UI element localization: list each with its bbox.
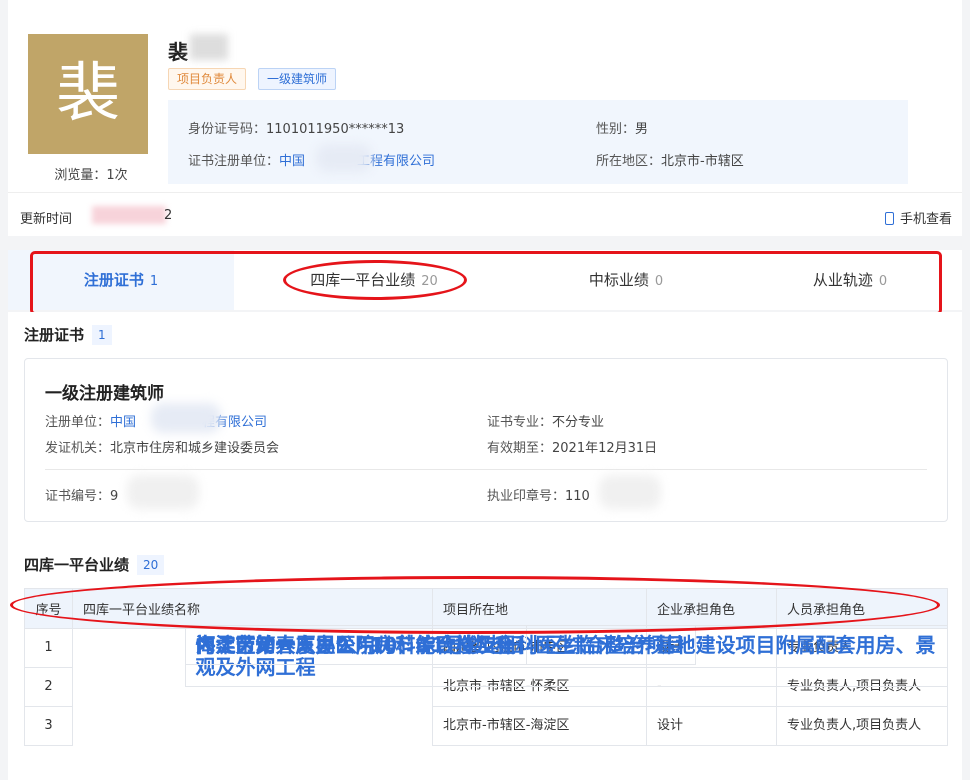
main-content: 注册证书 1 一级注册建筑师 注册单位：中国 程有限公司 发证机关：北京市住房和城乡… — [8, 312, 962, 780]
update-time-tail: 2 — [164, 208, 173, 223]
profile-card: 裴 浏览量：1次 裴 项目负责人 一级建筑师 身份证号码：1101011950*… — [8, 0, 962, 236]
region: 北京市-市辖区 — [661, 154, 744, 169]
cert-number: 证书编号：9 — [45, 489, 119, 504]
cert-unit-redaction — [151, 403, 221, 433]
person-name: 裴 — [168, 40, 188, 64]
update-time-label: 更新时间 — [20, 212, 73, 227]
update-time-redaction — [92, 206, 166, 224]
cert-valid-until: 有效期至：2021年12月31日 — [487, 441, 658, 456]
seal-number: 执业印章号：110 — [487, 489, 590, 504]
mobile-view-button[interactable]: 手机查看 — [884, 208, 952, 227]
annotation-rectangle — [30, 251, 942, 315]
cert-major: 证书专业：不分专业 — [487, 415, 605, 430]
annotation-ellipse-table-header — [10, 576, 940, 634]
perf-count-badge: 20 — [137, 555, 165, 575]
reg-unit-link-start[interactable]: 中国 — [279, 154, 305, 169]
cert-divider — [45, 469, 927, 470]
annotation-ellipse-tab — [283, 260, 467, 300]
cert-card: 一级注册建筑师 注册单位：中国 程有限公司 发证机关：北京市住房和城乡建设委员会 … — [24, 358, 948, 522]
gender: 男 — [635, 122, 649, 137]
id-number: 1101011950******13 — [266, 122, 405, 137]
region-row: 所在地区：北京市-市辖区 — [596, 154, 744, 169]
cert-number-redaction — [127, 475, 199, 509]
reg-unit-row: 证书注册单位：中国 工程有限公司 — [188, 154, 436, 169]
info-box: 身份证号码：1101011950******13 性别：男 证书注册单位：中国工… — [168, 100, 908, 184]
perf-section-title: 四库一平台业绩 20 — [24, 554, 165, 575]
name-redaction — [190, 34, 228, 60]
seal-number-redaction — [599, 475, 661, 509]
cert-issuer: 发证机关：北京市住房和城乡建设委员会 — [45, 441, 280, 456]
phone-icon — [884, 212, 894, 225]
gender-row: 性别：男 — [596, 122, 649, 137]
avatar: 裴 — [28, 34, 148, 154]
unit-redaction — [316, 144, 372, 172]
cert-section-title: 注册证书 1 — [24, 324, 112, 345]
id-number-row: 身份证号码：1101011950******13 — [188, 122, 405, 137]
cert-card-title: 一级注册建筑师 — [45, 384, 164, 404]
profile-divider — [8, 192, 962, 193]
table-row: 3 海淀区知春东里9、10、11号楼老旧小区综合整治项目 北京市-市辖区-海淀区… — [24, 624, 948, 746]
cert-count-badge: 1 — [92, 325, 112, 345]
tag-architect: 一级建筑师 — [258, 68, 337, 90]
tag-project-leader: 项目负责人 — [168, 68, 247, 90]
view-count: 浏览量：1次 — [54, 168, 128, 183]
